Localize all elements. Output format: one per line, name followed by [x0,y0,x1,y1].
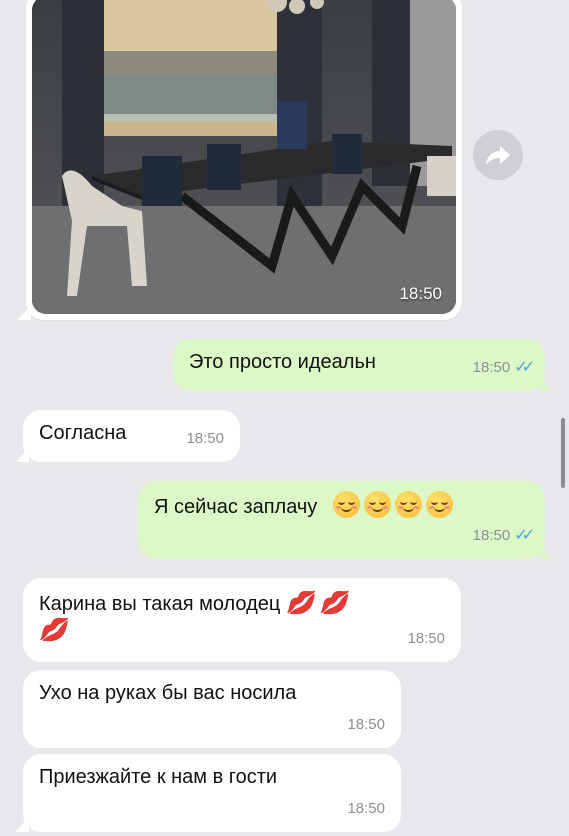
message-emojis [332,491,457,518]
message-incoming[interactable]: Согласна 18:50 [15,410,240,462]
photo-message[interactable]: 18:50 [17,0,462,320]
message-incoming[interactable]: Ухо на руках бы вас носила 18:50 [23,670,401,748]
bubble-tail [15,818,29,832]
message-text: Это просто идеальн [189,351,376,373]
bubble-tail [17,306,31,320]
photo-illustration [32,0,456,314]
dining-room-photo[interactable]: 18:50 [32,0,456,314]
message-meta: 18:50 ✓✓ [472,523,535,549]
scroll-indicator[interactable] [561,418,565,488]
message-outgoing[interactable]: Я сейчас заплачу 18:50 ✓✓ [138,481,553,559]
message-text: Приезжайте к нам в гости [39,766,278,788]
smiling-face-emoji [394,491,422,518]
photo-timestamp: 18:50 [399,284,442,303]
message-text: Карина вы такая молодец [39,593,281,615]
smiling-face-emoji [363,491,391,518]
read-checkmarks-icon: ✓✓ [514,527,535,544]
message-text: Ухо на руках бы вас носила [39,682,297,704]
forward-button[interactable] [473,130,523,180]
message-outgoing[interactable]: Это просто идеальн 18:50 ✓✓ [173,339,553,391]
message-time: 18:50 [186,430,224,447]
chat-area: 18:50 Это просто идеальн 18:50 ✓✓ Согласн… [0,0,569,836]
smiling-face-emoji [425,491,453,518]
bubble-tail [15,448,29,462]
message-time: 18:50 [407,630,445,647]
message-text: Я сейчас заплачу [154,496,318,518]
message-time: 18:50 [472,359,511,376]
smiling-face-emoji [332,491,360,518]
kiss-mark-emoji: 💋 [319,590,348,615]
message-meta: 18:50 ✓✓ [472,355,535,381]
kiss-mark-emoji: 💋 [39,617,67,642]
message-text: Согласна [39,422,127,444]
bubble-tail [539,545,553,559]
bubble-tail [539,377,553,391]
message-incoming[interactable]: Приезжайте к нам в гости 18:50 [15,754,401,832]
kiss-mark-emoji: 💋 [286,590,314,615]
message-time: 18:50 [347,800,385,817]
read-checkmarks-icon: ✓✓ [514,359,535,376]
message-time: 18:50 [472,527,511,544]
forward-arrow-icon [486,146,510,165]
message-incoming[interactable]: Карина вы такая молодец 💋 💋 💋 18:50 [23,578,461,662]
message-time: 18:50 [347,716,385,733]
